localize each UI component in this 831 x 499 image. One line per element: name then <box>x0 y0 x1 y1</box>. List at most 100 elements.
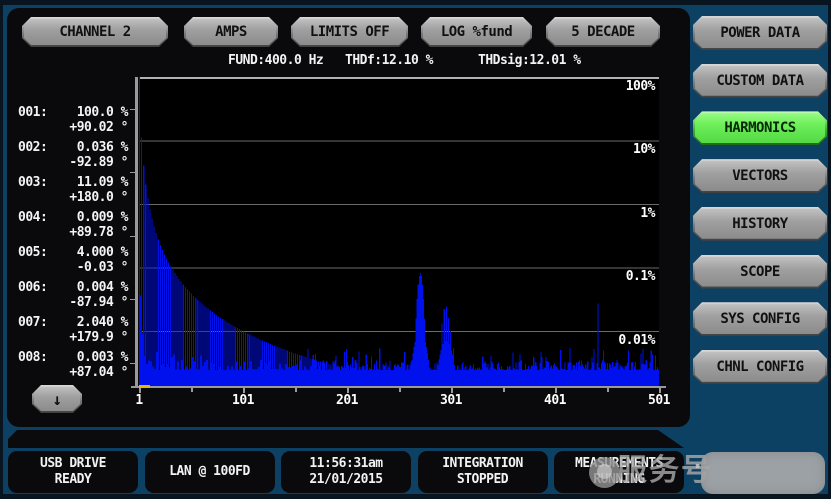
menu-button-custom-data[interactable]: CUSTOM DATA <box>693 64 827 98</box>
softkey-bar <box>8 430 688 448</box>
toolbar-button-label: 5 DECADE <box>548 19 658 45</box>
arrow-down-icon: ↓ <box>34 387 80 411</box>
x-axis-label: 501 <box>637 393 681 408</box>
x-minor-tick <box>607 388 609 392</box>
status-line: USB DRIVE <box>40 456 106 472</box>
harmonic-magnitude: 100.0 % <box>77 105 128 120</box>
menu-button-vectors[interactable]: VECTORS <box>693 159 827 193</box>
status-line: 21/01/2015 <box>309 472 382 488</box>
y-axis-line <box>135 77 138 388</box>
status-box-11-56-31am: 11:56:31am21/01/2015 <box>281 451 411 493</box>
menu-button-label: HARMONICS <box>695 113 825 143</box>
menu-button-label: SCOPE <box>695 257 825 287</box>
thdf-readout: THDf:12.10 % <box>345 53 433 68</box>
harmonic-spectrum-chart: 100%10%1%0.1%0.01% <box>139 77 659 386</box>
status-line: 11:56:31am <box>309 456 382 472</box>
harmonic-entry-008: 008: 0.003 %+87.04 ° <box>18 350 128 380</box>
harmonic-number: 008: <box>18 350 47 365</box>
x-axis-label: 201 <box>325 393 369 408</box>
harmonic-entry-002: 002: 0.036 %-92.89 ° <box>18 140 128 170</box>
scroll-down-button[interactable]: ↓ <box>32 385 82 413</box>
toolbar-button-channel-2[interactable]: CHANNEL 2 <box>22 17 168 47</box>
harmonic-number: 006: <box>18 280 47 295</box>
x-axis-label: 401 <box>533 393 577 408</box>
harmonics-main-panel: CHANNEL 2 AMPS LIMITS OFF LOG %fund 5 DECADE… <box>7 8 690 427</box>
y-axis-label: 10% <box>139 142 655 157</box>
status-line: INTEGRATION <box>442 456 523 472</box>
watermark-logo-icon <box>589 457 620 488</box>
menu-button-chnl-config[interactable]: CHNL CONFIG <box>693 350 827 384</box>
menu-button-label: POWER DATA <box>695 18 825 48</box>
harmonic-entry-006: 006:0.004 %-87.94 ° <box>18 280 128 310</box>
y-axis-label: 0.01% <box>139 333 655 348</box>
menu-button-label: HISTORY <box>695 209 825 239</box>
status-box-usb-drive: USB DRIVEREADY <box>8 451 138 493</box>
status-box-integration: INTEGRATIONSTOPPED <box>418 451 548 493</box>
harmonic-phase: +90.02 ° <box>18 120 128 135</box>
x-minor-tick <box>399 388 401 392</box>
y-minor-tick <box>130 236 135 237</box>
y-axis-label: 0.1% <box>139 269 655 284</box>
harmonic-magnitude: 2.040 % <box>77 315 128 330</box>
status-line: READY <box>55 472 92 488</box>
harmonic-number: 005: <box>18 245 47 260</box>
harmonic-entry-001: 001: 100.0 %+90.02 ° <box>18 105 128 135</box>
thdsig-readout: THDsig:12.01 % <box>478 53 581 68</box>
menu-button-label: CHNL CONFIG <box>695 352 825 382</box>
toolbar-button-log-fund[interactable]: LOG %fund <box>421 17 532 47</box>
y-minor-tick <box>130 363 135 364</box>
harmonic-phase: -0.03 ° <box>18 260 128 275</box>
harmonic-number: 001: <box>18 105 47 120</box>
harmonic-magnitude: 0.003 % <box>77 350 128 365</box>
y-axis-label: 100% <box>139 79 655 94</box>
status-box-lan-100fd: LAN @ 100FD <box>145 451 275 493</box>
harmonic-entry-005: 005: 4.000 %-0.03 ° <box>18 245 128 275</box>
toolbar-button-label: CHANNEL 2 <box>24 19 166 45</box>
menu-button-scope[interactable]: SCOPE <box>693 255 827 289</box>
fundamental-frequency-readout: FUND:400.0 Hz <box>228 53 323 68</box>
menu-button-label: VECTORS <box>695 161 825 191</box>
watermark-block <box>701 452 825 494</box>
harmonic-magnitude: 4.000 % <box>77 245 128 260</box>
harmonic-phase: +180.0 ° <box>18 190 128 205</box>
harmonic-number: 002: <box>18 140 47 155</box>
harmonic-number: 007: <box>18 315 47 330</box>
menu-button-label: SYS CONFIG <box>695 304 825 334</box>
x-minor-tick <box>503 388 505 392</box>
status-line: LAN @ 100FD <box>169 464 250 480</box>
x-axis-label: 101 <box>221 393 265 408</box>
harmonic-phase: +87.04 ° <box>18 365 128 380</box>
toolbar-button-label: AMPS <box>186 19 276 45</box>
toolbar-button-amps[interactable]: AMPS <box>184 17 278 47</box>
menu-button-harmonics[interactable]: HARMONICS <box>693 111 827 145</box>
toolbar-button-limits-off[interactable]: LIMITS OFF <box>291 17 408 47</box>
harmonic-phase: +179.9 ° <box>18 330 128 345</box>
menu-button-sys-config[interactable]: SYS CONFIG <box>693 302 827 336</box>
menu-button-label: CUSTOM DATA <box>695 66 825 96</box>
y-minor-tick <box>130 172 135 173</box>
harmonic-magnitude: 0.036 % <box>77 140 128 155</box>
x-axis-label: 301 <box>429 393 473 408</box>
harmonic-number: 004: <box>18 210 47 225</box>
harmonic-magnitude: 0.009 % <box>77 210 128 225</box>
toolbar-button-5-decade[interactable]: 5 DECADE <box>546 17 660 47</box>
x-minor-tick <box>295 388 297 392</box>
toolbar-button-label: LIMITS OFF <box>293 19 406 45</box>
status-line: STOPPED <box>457 472 508 488</box>
harmonic-magnitude: 11.09 % <box>77 175 128 190</box>
menu-button-history[interactable]: HISTORY <box>693 207 827 241</box>
harmonic-entry-004: 004: 0.009 %+89.78 ° <box>18 210 128 240</box>
y-minor-tick <box>130 109 135 110</box>
harmonic-magnitude: 0.004 % <box>77 280 128 295</box>
menu-button-power-data[interactable]: POWER DATA <box>693 16 827 50</box>
harmonic-phase: +89.78 ° <box>18 225 128 240</box>
harmonic-number: 003: <box>18 175 47 190</box>
y-minor-tick <box>130 299 135 300</box>
harmonic-phase: -92.89 ° <box>18 155 128 170</box>
harmonic-cursor-marker <box>139 385 150 388</box>
harmonic-entry-007: 007: 2.040 %+179.9 ° <box>18 315 128 345</box>
toolbar-button-label: LOG %fund <box>423 19 530 45</box>
power-analyzer-screen: CHANNEL 2 AMPS LIMITS OFF LOG %fund 5 DECADE… <box>0 0 831 499</box>
x-minor-tick <box>191 388 193 392</box>
harmonic-entry-003: 003: 11.09 %+180.0 ° <box>18 175 128 205</box>
